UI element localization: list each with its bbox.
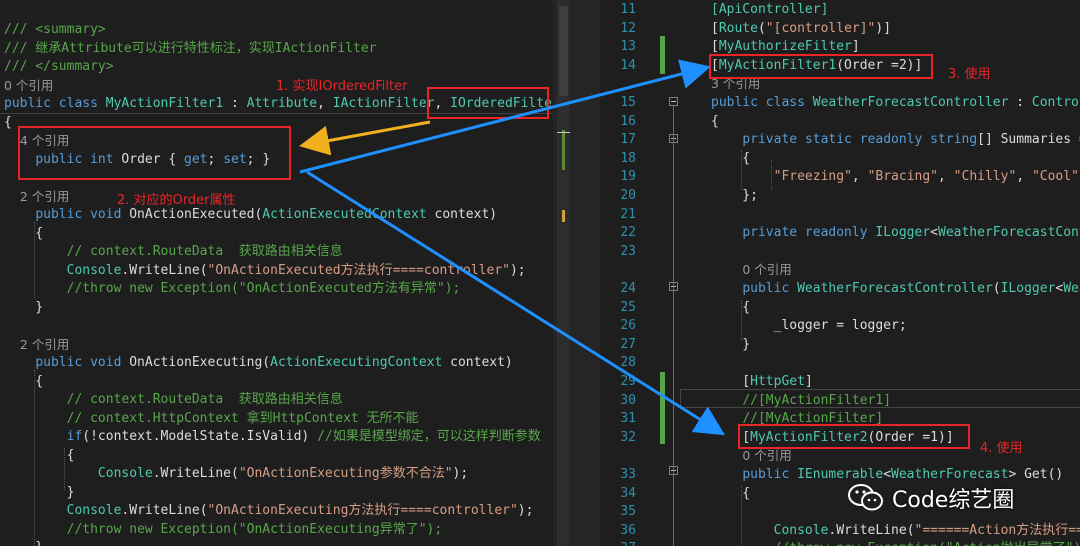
watermark-text: Code综艺圈 (892, 488, 1015, 513)
arrow-blue-to-filter2 (306, 170, 726, 436)
arrow-blue-to-filter1 (299, 59, 711, 174)
wechat-icon (848, 484, 883, 511)
watermark: Code综艺圈 (848, 482, 1014, 514)
arrow-yellow (299, 120, 431, 156)
arrows-overlay (299, 59, 726, 436)
